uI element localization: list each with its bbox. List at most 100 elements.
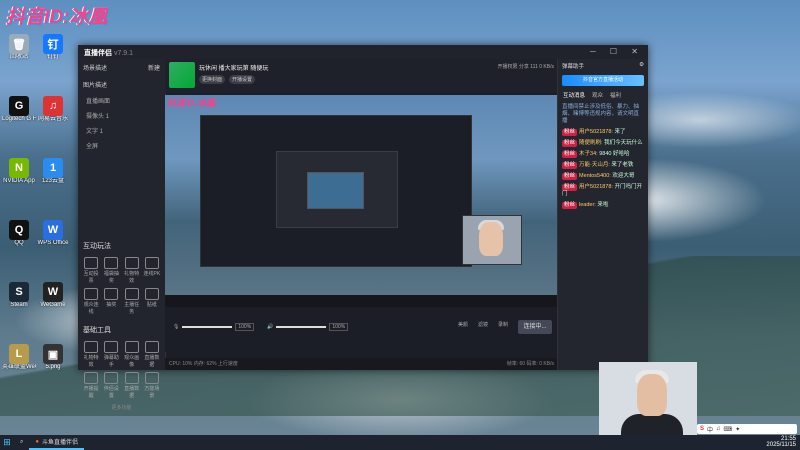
sidebar: 场景描述 新建 图片描述 直播画面 摄像头 1 文字 1 全屏 互动玩法 互动投… bbox=[78, 59, 166, 411]
desktop-icon[interactable]: 钉钉钉 bbox=[36, 34, 70, 61]
tool-label: 福袋抽奖 bbox=[103, 271, 119, 284]
search-icon[interactable]: ⌕ bbox=[14, 435, 29, 450]
source-item[interactable]: 文字 1 bbox=[78, 123, 165, 138]
chat-settings-icon[interactable]: ⚙ bbox=[639, 62, 644, 70]
desktop-icon[interactable]: ▣ 5.png bbox=[36, 344, 70, 371]
desktop-icon-label: NVIDIA App bbox=[3, 178, 35, 184]
chat-message[interactable]: 粉丝 木子34: 9840 好哈哈 bbox=[558, 149, 648, 160]
chat-username[interactable]: 用户5021878: bbox=[579, 184, 614, 190]
room-cover[interactable] bbox=[169, 62, 195, 88]
ime-tool[interactable]: ⌨ bbox=[724, 426, 733, 433]
source-item[interactable]: 全屏 bbox=[78, 138, 165, 153]
interaction-tool[interactable]: 连线PK bbox=[143, 257, 161, 284]
window-controls[interactable]: ─ ☐ ✕ bbox=[590, 47, 644, 56]
chat-message[interactable]: 粉丝 万能·天山月: 来了老铁 bbox=[558, 160, 648, 171]
tool-label: 贴纸 bbox=[146, 302, 157, 308]
basic-tool[interactable]: 伴侣设置 bbox=[102, 372, 120, 399]
filter-button[interactable]: 滤镜 bbox=[478, 321, 488, 328]
basic-tool[interactable]: 礼物特效 bbox=[82, 341, 100, 368]
desktop-icon-label: 网易云音乐 bbox=[37, 116, 68, 122]
chat-username[interactable]: 木子34: bbox=[579, 151, 599, 157]
interaction-tool[interactable]: 礼物特效 bbox=[123, 257, 141, 284]
speaker-slider[interactable] bbox=[276, 326, 327, 328]
desktop-icon[interactable]: W WeGame bbox=[36, 282, 70, 309]
basic-tool[interactable]: 直播数据 bbox=[123, 372, 141, 399]
tool-icon bbox=[104, 288, 119, 300]
tool-label: 开播提醒 bbox=[83, 386, 99, 399]
more-features-button[interactable]: 更多功能 bbox=[78, 404, 165, 411]
ime-tool[interactable]: ♫ bbox=[716, 426, 721, 432]
desktop-icon-glyph: 钉 bbox=[43, 34, 63, 54]
basic-tool[interactable]: 弹幕助手 bbox=[102, 341, 120, 368]
interaction-title: 互动玩法 bbox=[83, 243, 111, 250]
interaction-tool[interactable]: 贴纸 bbox=[143, 288, 161, 315]
basic-tool[interactable]: 开播提醒 bbox=[82, 372, 100, 399]
mic-slider[interactable] bbox=[182, 326, 233, 328]
interaction-tool[interactable]: 互动投票 bbox=[82, 257, 100, 284]
start-stream-button[interactable]: 连接中... bbox=[518, 320, 552, 334]
chat-message-list[interactable]: 粉丝 用户5021878: 来了 粉丝 随便刷刷: 我们今天玩什么 粉丝 木子34: 98… bbox=[558, 127, 648, 211]
ime-mode[interactable]: 中 bbox=[707, 425, 713, 434]
permission-link[interactable]: 开播权限 bbox=[497, 64, 517, 70]
activity-banner[interactable]: 抖音官方直播活动 bbox=[562, 75, 644, 86]
chat-username[interactable]: Mentos5400: bbox=[579, 173, 612, 179]
desktop-icon[interactable]: GLogitech G HUB bbox=[2, 96, 36, 123]
stream-settings-button[interactable]: 开播设置 bbox=[229, 75, 256, 84]
live-companion-window: 直播伴侣 v7.9.1 ─ ☐ ✕ 场景描述 新建 图片描述 直播画面 摄像头 … bbox=[78, 45, 648, 411]
windows-start-icon[interactable]: ⊞ bbox=[0, 437, 14, 448]
chat-message[interactable]: 粉丝 Mentos5400: 欢迎大哥 bbox=[558, 171, 648, 182]
speaker-icon[interactable]: 🔊 bbox=[267, 324, 273, 330]
webcam-body bbox=[621, 414, 683, 437]
interaction-tool[interactable]: 抽奖 bbox=[102, 288, 120, 315]
desktop-icon[interactable]: ♫ 网易云音乐 bbox=[36, 96, 70, 123]
desktop-icon[interactable]: 1 123云盘 bbox=[36, 158, 70, 185]
ime-toolbar[interactable]: S 中 ♫ ⌨ ✦ bbox=[697, 424, 797, 434]
tool-label: 互动投票 bbox=[83, 271, 99, 284]
tool-icon bbox=[144, 341, 159, 353]
chat-username[interactable]: 万能·天山月: bbox=[579, 162, 611, 168]
interaction-tool[interactable]: 主播任务 bbox=[123, 288, 141, 315]
mic-control: 🎙 100% 🔊 100% bbox=[173, 323, 349, 331]
tool-label: 观众连线 bbox=[83, 302, 99, 315]
chat-message[interactable]: 粉丝 用户5021878: 来了 bbox=[558, 127, 648, 138]
source-item[interactable]: 摄像头 1 bbox=[78, 108, 165, 123]
record-button[interactable]: 录制 bbox=[498, 321, 508, 328]
desktop-icon[interactable]: 🗑 回收站 bbox=[2, 34, 36, 61]
desktop-icon[interactable]: S Steam bbox=[2, 282, 36, 309]
tab-audience[interactable]: 观众 bbox=[592, 91, 603, 99]
chat-message[interactable]: 粉丝 随便刷刷: 我们今天玩什么 bbox=[558, 138, 648, 149]
upload-speed: 0 KB/s bbox=[539, 64, 554, 70]
chat-message[interactable]: 粉丝 用户5021878: 开门吗门开门 bbox=[558, 182, 648, 200]
mic-icon[interactable]: 🎙 bbox=[173, 324, 179, 330]
taskbar-app-live-companion[interactable]: ● 斗鱼直播伴侣 bbox=[29, 435, 85, 450]
taskbar: ⊞ ⌕ ● 斗鱼直播伴侣 21:55 2025/11/15 bbox=[0, 435, 800, 450]
basic-tool[interactable]: 直播数据 bbox=[143, 341, 161, 368]
beauty-button[interactable]: 美颜 bbox=[458, 321, 468, 328]
basic-tool[interactable]: 观众画像 bbox=[123, 341, 141, 368]
chat-username[interactable]: 用户5021878: bbox=[579, 129, 614, 135]
new-scene-button[interactable]: 新建 bbox=[148, 63, 160, 72]
chat-message[interactable]: 粉丝 leader: 来啦 bbox=[558, 200, 648, 211]
interaction-tool[interactable]: 观众连线 bbox=[82, 288, 100, 315]
status-right: 帧率: 60 码率: 0 KB/s bbox=[506, 361, 554, 367]
desktop-icon[interactable]: N NVIDIA App bbox=[2, 158, 36, 185]
system-clock[interactable]: 21:55 2025/11/15 bbox=[766, 436, 796, 448]
ime-tool[interactable]: ✦ bbox=[735, 426, 740, 433]
change-cover-button[interactable]: 更换封面 bbox=[199, 75, 226, 84]
tab-welfare[interactable]: 福利 bbox=[610, 91, 621, 99]
room-title[interactable]: 玩休闲 播大家玩第 随便玩 bbox=[199, 63, 268, 72]
chat-username[interactable]: 随便刷刷: bbox=[579, 140, 604, 146]
chat-username[interactable]: leader: bbox=[579, 202, 597, 208]
share-button[interactable]: 分享 bbox=[519, 64, 529, 70]
tab-interaction[interactable]: 互动消息 bbox=[563, 91, 585, 99]
desktop-icon[interactable]: Q QQ bbox=[2, 220, 36, 247]
source-item[interactable]: 直播画面 bbox=[78, 93, 165, 108]
room-header: 玩休闲 播大家玩第 随便玩 更换封面 开播设置 开播权限 分享 111 0 KB… bbox=[165, 59, 558, 93]
basic-tool[interactable]: 万能场景 bbox=[143, 372, 161, 399]
tool-label: 直播数据 bbox=[124, 386, 140, 399]
desktop-icon[interactable]: L英雄联盟WeGame版 bbox=[2, 344, 36, 371]
stream-preview[interactable]: 抖音ID:冰凰 bbox=[165, 95, 558, 307]
tool-label: 弹幕助手 bbox=[103, 355, 119, 368]
desktop-icon[interactable]: W WPS Office bbox=[36, 220, 70, 247]
interaction-tool[interactable]: 福袋抽奖 bbox=[102, 257, 120, 284]
